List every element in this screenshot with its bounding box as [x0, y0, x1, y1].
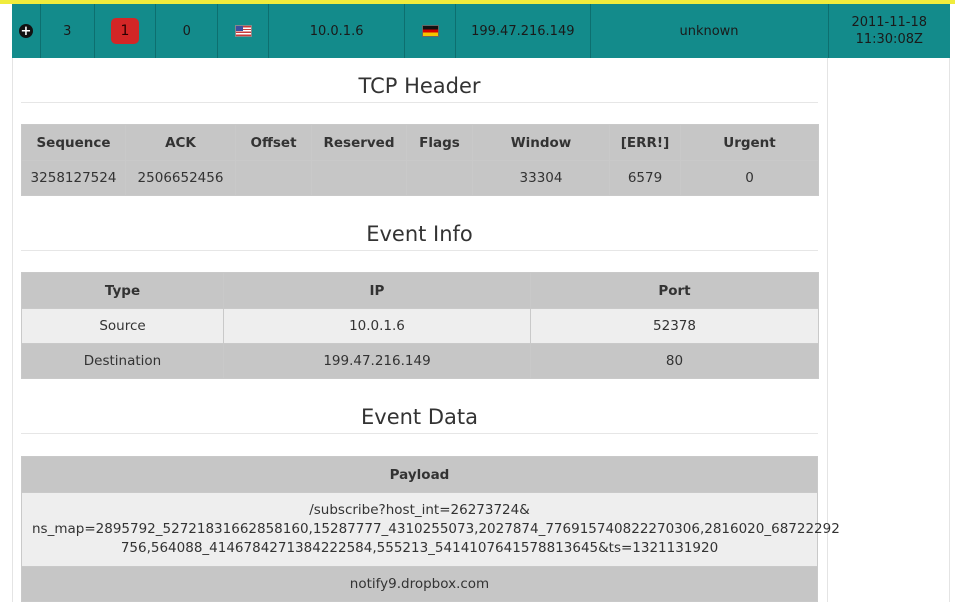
event-data-table: Payload /subscribe?host_int=26273724& ns… [21, 456, 840, 602]
destination-type: Destination [21, 343, 224, 379]
plus-circle-icon[interactable]: + [18, 24, 33, 38]
event-id: 3 [41, 4, 95, 58]
reserved-value [311, 160, 407, 196]
err-value: 6579 [609, 160, 681, 196]
payload-header: Payload [21, 456, 818, 493]
col-sequence: Sequence [21, 124, 126, 161]
window-value: 33304 [472, 160, 610, 196]
event-detail-panel: TCP Header Sequence ACK Offset Reserved … [12, 58, 840, 602]
urgent-value: 0 [680, 160, 819, 196]
table-row: /subscribe?host_int=26273724& ns_map=289… [21, 492, 840, 567]
flags-value [406, 160, 473, 196]
event-row[interactable]: + 3 1 0 10.0.1.6 199.47.216.149 unknown … [12, 4, 950, 58]
event-info-header: Type IP Port [21, 272, 819, 309]
us-flag-icon [234, 25, 252, 37]
destination-ip-cell: 199.47.216.149 [223, 343, 531, 379]
source-port: 52378 [530, 308, 819, 344]
payload-line: /subscribe?host_int=26273724& [309, 502, 530, 518]
signature: unknown [591, 4, 829, 58]
tcp-header-row: Sequence ACK Offset Reserved Flags Windo… [21, 124, 819, 161]
table-row: 3258127524 2506652456 33304 6579 0 [21, 160, 819, 196]
timestamp: 2011-11-18 11:30:08Z [829, 4, 950, 58]
priority-cell: 1 [95, 4, 157, 58]
table-row: notify9.dropbox.com [21, 566, 818, 602]
event-count-value: 0 [182, 23, 191, 39]
source-type: Source [21, 308, 224, 344]
col-type: Type [21, 272, 224, 309]
priority-badge: 1 [111, 18, 139, 44]
col-ack: ACK [125, 124, 236, 161]
source-ip-cell: 10.0.1.6 [223, 308, 531, 344]
signature-value: unknown [679, 23, 739, 39]
timestamp-time: 11:30:08Z [855, 32, 923, 47]
destination-port: 80 [530, 343, 819, 379]
col-offset: Offset [235, 124, 312, 161]
col-urgent: Urgent [680, 124, 819, 161]
event-count: 0 [156, 4, 219, 58]
event-data-title: Event Data [21, 405, 818, 434]
col-port: Port [530, 272, 819, 309]
source-ip-value: 10.0.1.6 [309, 23, 364, 39]
col-err: [ERR!] [609, 124, 681, 161]
side-column [826, 58, 950, 602]
destination-ip-value: 199.47.216.149 [471, 23, 575, 39]
destination-ip: 199.47.216.149 [456, 4, 591, 58]
col-flags: Flags [406, 124, 473, 161]
timestamp-date: 2011-11-18 [851, 15, 928, 30]
source-flag-cell [218, 4, 269, 58]
sequence-value: 3258127524 [21, 160, 126, 196]
offset-value [235, 160, 312, 196]
payload-host: notify9.dropbox.com [21, 566, 818, 602]
tcp-header-title: TCP Header [21, 74, 818, 103]
event-info-title: Event Info [21, 222, 818, 251]
payload-line: 756,564088_414678427138422258­4,555213_5… [120, 540, 719, 556]
payload-line: ns_map=2895792_52721831662858160,1528777… [32, 521, 840, 537]
event-id-value: 3 [63, 23, 72, 39]
col-window: Window [472, 124, 610, 161]
destination-flag-cell [405, 4, 457, 58]
col-reserved: Reserved [311, 124, 407, 161]
table-row: Source 10.0.1.6 52378 [21, 308, 819, 344]
ack-value: 2506652456 [125, 160, 236, 196]
event-info-table: Type IP Port Source 10.0.1.6 52378 Desti… [21, 272, 819, 379]
col-ip: IP [223, 272, 531, 309]
tcp-header-table: Sequence ACK Offset Reserved Flags Windo… [21, 124, 819, 196]
payload-value: /subscribe?host_int=26273724& ns_map=289… [21, 492, 840, 567]
de-flag-icon [421, 25, 439, 37]
table-row: Destination 199.47.216.149 80 [21, 343, 819, 379]
col-payload: Payload [21, 456, 818, 493]
source-ip: 10.0.1.6 [269, 4, 406, 58]
expand-cell[interactable]: + [12, 4, 41, 58]
